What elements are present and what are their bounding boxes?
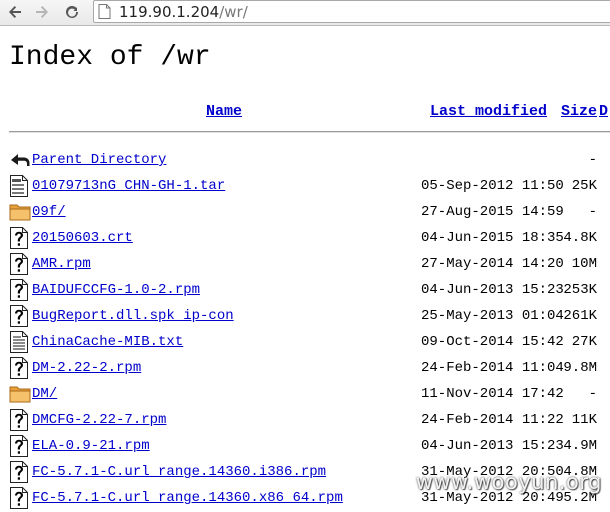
header-divider	[9, 131, 610, 133]
last-modified: 04-Jun-2013 15:23	[421, 282, 564, 298]
last-modified: 11-Nov-2014 17:42	[421, 386, 564, 402]
browser-toolbar: 119.90.1.204/wr/	[0, 0, 610, 26]
last-modified: 04-Jun-2013 15:23	[421, 438, 564, 454]
listing-row: DMCFG-2.22-7.rpm 24-Feb-2014 11:22 11K	[0, 408, 610, 434]
last-modified: 04-Jun-2015 18:35	[421, 230, 564, 246]
last-modified: 09-Oct-2014 15:42	[421, 334, 564, 350]
listing-row: FC-5.7.1-C.url_range.14360.i386.rpm 31-Ma…	[0, 460, 610, 486]
last-modified: 24-Feb-2014 11:22	[421, 412, 564, 428]
file-link[interactable]: DM/	[32, 386, 57, 403]
listing-row: DM-2.22-2.rpm 24-Feb-2014 11:04 9.8M	[0, 356, 610, 382]
file-size: 10M	[571, 256, 597, 272]
file-link[interactable]: ChinaCache-MIB.txt	[32, 334, 183, 351]
unknown-file-icon[interactable]	[9, 253, 29, 275]
file-link[interactable]: DM-2.22-2.rpm	[32, 360, 141, 377]
file-size: 9.8M	[563, 360, 597, 376]
column-header-name[interactable]: Name	[206, 103, 242, 121]
reload-icon	[64, 4, 80, 20]
unknown-file-icon[interactable]	[9, 279, 29, 301]
page-title: Index of /wr	[9, 42, 211, 73]
text-file-icon[interactable]	[9, 331, 29, 353]
file-link[interactable]: Parent Directory	[32, 152, 166, 169]
last-modified: 31-May-2012 20:49	[421, 490, 564, 506]
last-modified: 05-Sep-2012 11:50	[421, 178, 564, 194]
file-size: 11K	[571, 412, 597, 428]
listing-row: ELA-0.9-21.rpm 04-Jun-2013 15:23 4.9M	[0, 434, 610, 460]
file-link[interactable]: ELA-0.9-21.rpm	[32, 438, 150, 455]
forward-arrow-icon	[34, 4, 50, 20]
file-size: 25K	[571, 178, 597, 194]
address-bar[interactable]: 119.90.1.204/wr/	[93, 0, 610, 23]
reload-button[interactable]	[61, 2, 83, 22]
file-link[interactable]: 01079713nG_CHN-GH-1.tar	[32, 178, 225, 195]
url-host: 119.90.1.204	[119, 3, 220, 21]
unknown-file-icon[interactable]	[9, 357, 29, 379]
file-size: 5.2M	[563, 490, 597, 506]
column-header-size[interactable]: Size	[561, 103, 597, 121]
unknown-file-icon[interactable]	[9, 227, 29, 249]
file-link[interactable]: 20150603.crt	[32, 230, 133, 247]
column-header-description[interactable]: D	[599, 103, 608, 121]
listing-row: ChinaCache-MIB.txt 09-Oct-2014 15:42 27K	[0, 330, 610, 356]
compressed-file-icon[interactable]	[9, 175, 29, 197]
unknown-file-icon[interactable]	[9, 305, 29, 327]
file-size: 253K	[563, 282, 597, 298]
listing-row: DM/11-Nov-2014 17:42 -	[0, 382, 610, 408]
listing-row: BAIDUFCCFG-1.0-2.rpm 04-Jun-2013 15:23 253…	[0, 278, 610, 304]
listing-row: BugReport.dll.spk_ip-con 25-May-2013 01:0…	[0, 304, 610, 330]
folder-icon[interactable]	[9, 201, 31, 223]
folder-icon[interactable]	[9, 383, 31, 405]
listing-row: Parent Directory -	[0, 148, 610, 174]
file-link[interactable]: DMCFG-2.22-7.rpm	[32, 412, 166, 429]
file-link[interactable]: FC-5.7.1-C.url_range.14360.i386.rpm	[32, 464, 326, 481]
file-size: 4.8M	[563, 464, 597, 480]
file-size: -	[588, 386, 597, 402]
listing-row: 09f/27-Aug-2015 14:59 -	[0, 200, 610, 226]
listing-row: FC-5.7.1-C.url_range.14360.x86_64.rpm 31-…	[0, 486, 610, 512]
page-icon	[98, 4, 111, 23]
file-link[interactable]: 09f/	[32, 204, 66, 221]
back-arrow-icon	[7, 4, 23, 20]
unknown-file-icon[interactable]	[9, 435, 29, 457]
url-path: /wr/	[219, 3, 248, 21]
url-text: 119.90.1.204/wr/	[119, 2, 248, 22]
back-button[interactable]	[4, 2, 26, 22]
last-modified: 24-Feb-2014 11:04	[421, 360, 564, 376]
file-size: 4.8K	[563, 230, 597, 246]
unknown-file-icon[interactable]	[9, 409, 29, 431]
file-link[interactable]: BugReport.dll.spk_ip-con	[32, 308, 234, 325]
unknown-file-icon[interactable]	[9, 487, 29, 509]
unknown-file-icon[interactable]	[9, 461, 29, 483]
last-modified: 25-May-2013 01:04	[421, 308, 564, 324]
listing-row: 01079713nG_CHN-GH-1.tar 05-Sep-2012 11:50…	[0, 174, 610, 200]
last-modified: 31-May-2012 20:50	[421, 464, 564, 480]
file-link[interactable]: FC-5.7.1-C.url_range.14360.x86_64.rpm	[32, 490, 343, 507]
last-modified: 27-Aug-2015 14:59	[421, 204, 564, 220]
file-link[interactable]: BAIDUFCCFG-1.0-2.rpm	[32, 282, 200, 299]
column-header-last-modified[interactable]: Last modified	[430, 103, 547, 121]
file-link[interactable]: AMR.rpm	[32, 256, 91, 273]
last-modified: 27-May-2014 14:20	[421, 256, 564, 272]
forward-button[interactable]	[31, 2, 53, 22]
back-icon[interactable]	[9, 149, 30, 171]
listing-row: 20150603.crt 04-Jun-2015 18:35 4.8K	[0, 226, 610, 252]
file-size: 27K	[571, 334, 597, 350]
listing-row: AMR.rpm 27-May-2014 14:20 10M	[0, 252, 610, 278]
file-size: 4.9M	[563, 438, 597, 454]
file-size: -	[588, 152, 597, 168]
file-size: -	[588, 204, 597, 220]
file-size: 261K	[563, 308, 597, 324]
